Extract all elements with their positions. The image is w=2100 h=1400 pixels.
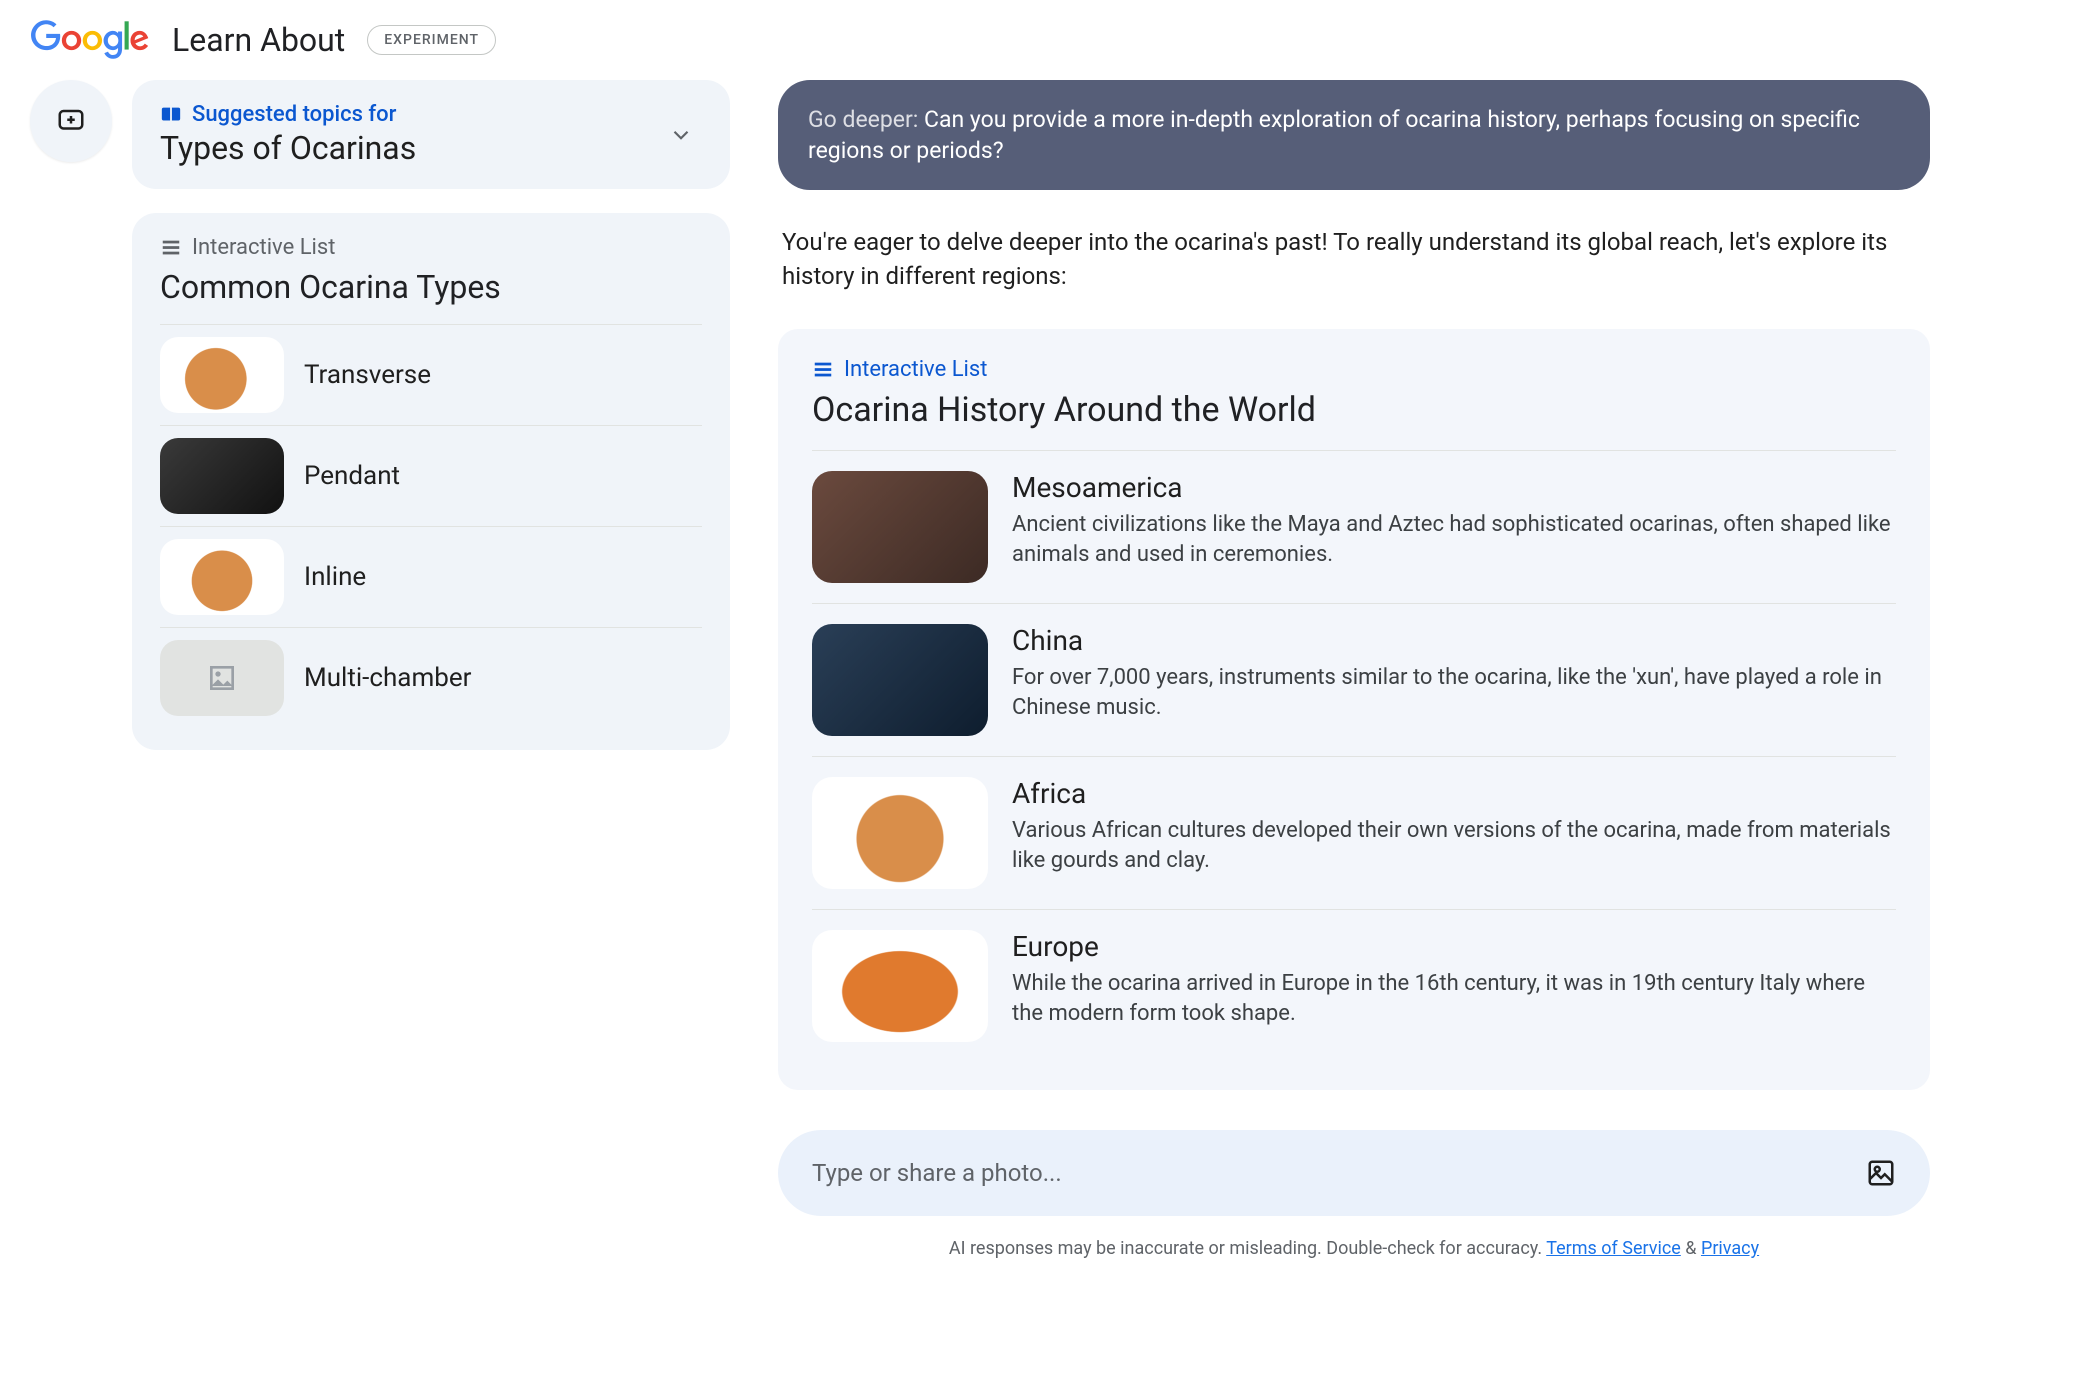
world-item-title: Europe <box>1012 930 1896 963</box>
go-deeper-label: Go deeper: <box>808 106 924 133</box>
thumb-inline <box>160 539 284 615</box>
go-deeper-chip[interactable]: Go deeper: Can you provide a more in-dep… <box>778 80 1930 190</box>
suggested-label-text: Suggested topics for <box>192 102 396 127</box>
world-item-title: China <box>1012 624 1896 657</box>
suggested-title: Types of Ocarinas <box>160 129 416 167</box>
thumb-china <box>812 624 988 736</box>
chevron-down-icon <box>660 114 702 156</box>
list-item[interactable]: Transverse <box>160 324 702 425</box>
world-item-desc: Ancient civilizations like the Maya and … <box>1012 510 1896 569</box>
world-item-title: Africa <box>1012 777 1896 810</box>
world-item[interactable]: Africa Various African cultures develope… <box>812 756 1896 909</box>
interactive-list-label: Interactive List <box>812 357 1896 382</box>
privacy-link[interactable]: Privacy <box>1701 1238 1759 1259</box>
list-item-label: Multi-chamber <box>304 663 471 693</box>
world-item-title: Mesoamerica <box>1012 471 1896 504</box>
book-icon <box>160 104 182 126</box>
suggested-topics-card[interactable]: Suggested topics for Types of Ocarinas <box>132 80 730 189</box>
header: Learn About EXPERIMENT <box>0 0 2100 80</box>
interactive-list-label: Interactive List <box>160 235 702 260</box>
world-card-title: Ocarina History Around the World <box>812 390 1896 430</box>
experiment-badge: EXPERIMENT <box>367 25 496 55</box>
list-icon <box>160 237 182 259</box>
thumb-mesoamerica <box>812 471 988 583</box>
google-logo[interactable] <box>30 20 150 60</box>
new-chat-button[interactable] <box>30 80 112 162</box>
thumb-europe <box>812 930 988 1042</box>
list-item[interactable]: Pendant <box>160 425 702 526</box>
response-intro: You're eager to delve deeper into the oc… <box>782 226 1926 293</box>
thumb-multichamber <box>160 640 284 716</box>
go-deeper-text: Can you provide a more in-depth explorat… <box>808 106 1860 164</box>
list-item-label: Transverse <box>304 360 431 390</box>
common-types-card: Interactive List Common Ocarina Types Tr… <box>132 213 730 750</box>
thumb-transverse <box>160 337 284 413</box>
world-item-desc: While the ocarina arrived in Europe in t… <box>1012 969 1896 1028</box>
thumb-pendant <box>160 438 284 514</box>
list-item-label: Pendant <box>304 461 400 491</box>
terms-link[interactable]: Terms of Service <box>1546 1238 1681 1259</box>
world-item-desc: Various African cultures developed their… <box>1012 816 1896 875</box>
world-item[interactable]: Mesoamerica Ancient civilizations like t… <box>812 450 1896 603</box>
world-history-card: Interactive List Ocarina History Around … <box>778 329 1930 1090</box>
interactive-list-label-text: Interactive List <box>844 357 987 382</box>
suggested-label: Suggested topics for <box>160 102 416 127</box>
world-item[interactable]: China For over 7,000 years, instruments … <box>812 603 1896 756</box>
interactive-list-label-text: Interactive List <box>192 235 335 260</box>
chat-input-placeholder: Type or share a photo... <box>812 1159 1062 1187</box>
app-title: Learn About <box>172 21 345 59</box>
image-icon <box>206 662 238 694</box>
image-upload-icon[interactable] <box>1866 1158 1896 1188</box>
list-item-label: Inline <box>304 562 366 592</box>
list-item[interactable]: Inline <box>160 526 702 627</box>
world-item-desc: For over 7,000 years, instruments simila… <box>1012 663 1896 722</box>
common-types-title: Common Ocarina Types <box>160 268 702 306</box>
thumb-africa <box>812 777 988 889</box>
chat-input[interactable]: Type or share a photo... <box>778 1130 1930 1216</box>
list-icon <box>812 359 834 381</box>
list-item[interactable]: Multi-chamber <box>160 627 702 728</box>
footer: AI responses may be inaccurate or mislea… <box>778 1238 1930 1259</box>
world-item[interactable]: Europe While the ocarina arrived in Euro… <box>812 909 1896 1062</box>
disclaimer-text: AI responses may be inaccurate or mislea… <box>949 1238 1546 1259</box>
